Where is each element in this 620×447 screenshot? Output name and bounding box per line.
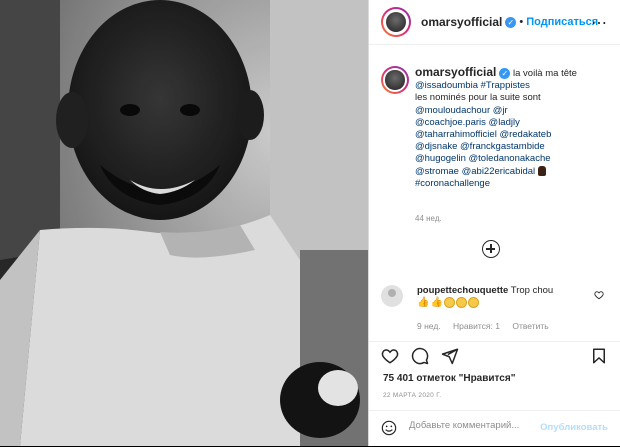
raised-fist-emoji-icon — [537, 166, 546, 177]
post-sidebar: omarsyofficial ✓ • Подписаться ⋯ omarsyo… — [368, 0, 620, 446]
post-date[interactable]: 22 МАРТА 2020 Г. — [383, 392, 441, 399]
hashtag-link[interactable]: #Trappistes — [481, 80, 530, 91]
load-more-comments-icon[interactable] — [482, 240, 500, 258]
smiley-icon — [443, 297, 455, 308]
smiley-icon — [455, 297, 467, 308]
mention-link[interactable]: @abi22ericabidal — [462, 166, 536, 177]
thumbs-up-icon: 👍 — [417, 297, 430, 309]
comment-item: poupettechouquette Trop chou 👍👍 9 нед. Н… — [381, 283, 612, 333]
mention-link[interactable]: @taharrahimofficiel — [415, 129, 497, 140]
add-comment-bar: Опубликовать — [369, 410, 620, 447]
mention-link[interactable]: @franckgastambide — [460, 141, 545, 152]
likes-count[interactable]: 75 401 отметок "Нравится" — [383, 373, 515, 384]
mention-link[interactable]: @ladjly — [489, 117, 520, 128]
verified-icon: ✓ — [499, 67, 511, 79]
mention-link[interactable]: @redakateb — [499, 129, 551, 140]
reply-button[interactable]: Ответить — [512, 321, 548, 331]
comment-text: poupettechouquette Trop chou 👍👍 — [417, 285, 597, 309]
commenter-avatar[interactable] — [381, 285, 403, 307]
mention-link[interactable]: @stromae — [415, 166, 459, 177]
mention-link[interactable]: @mouloudachour — [415, 105, 490, 116]
follow-button[interactable]: Подписаться — [526, 16, 598, 28]
mention-link[interactable]: @hugogelin — [415, 153, 466, 164]
header-username[interactable]: omarsyofficial — [421, 15, 502, 29]
caption-line1: la voilà ma tête — [513, 68, 577, 79]
action-bar — [369, 341, 620, 370]
caption-time[interactable]: 44 нед. — [415, 214, 442, 223]
caption-line3: les nominés pour la suite sont — [415, 92, 541, 104]
avatar[interactable] — [381, 7, 411, 37]
caption-text: omarsyofficial ✓ la voilà ma tête @issado… — [415, 66, 611, 190]
separator-dot: • — [519, 16, 524, 28]
save-bookmark-icon[interactable] — [590, 347, 608, 365]
hashtag-link[interactable]: #coronachallenge — [415, 178, 490, 189]
publish-button[interactable]: Опубликовать — [540, 422, 608, 433]
comment-meta: 9 нед. Нравится: 1 Ответить — [417, 321, 559, 331]
mention-link[interactable]: @toledanonakache — [469, 153, 551, 164]
comment-body: Trop chou — [510, 285, 554, 296]
post-photo-image — [0, 0, 368, 446]
comment-like-heart-icon[interactable] — [594, 290, 604, 300]
emoji-picker-icon[interactable] — [381, 420, 397, 436]
smiley-icon — [467, 297, 479, 308]
comment-emojis: 👍👍 — [417, 297, 480, 308]
mention-link[interactable]: @coachjoe.paris — [415, 117, 486, 128]
mention-link[interactable]: @jr — [493, 105, 508, 116]
comment-bubble-icon[interactable] — [411, 347, 429, 365]
thumbs-up-icon: 👍 — [430, 297, 443, 309]
comment-username[interactable]: poupettechouquette — [417, 285, 508, 296]
post-photo[interactable] — [0, 0, 368, 446]
caption-username[interactable]: omarsyofficial — [415, 65, 496, 79]
caption-avatar[interactable] — [381, 66, 409, 94]
comment-likes-count[interactable]: Нравится: 1 — [453, 321, 500, 331]
mention-link[interactable]: @djsnake — [415, 141, 457, 152]
mention-link[interactable]: @issadoumbia — [415, 80, 478, 91]
post-header: omarsyofficial ✓ • Подписаться ⋯ — [369, 0, 620, 45]
verified-icon: ✓ — [505, 16, 517, 28]
comment-time[interactable]: 9 нед. — [417, 321, 441, 331]
like-heart-icon[interactable] — [381, 347, 399, 365]
comment-input[interactable] — [407, 419, 561, 432]
more-options-icon[interactable]: ⋯ — [591, 13, 608, 33]
share-paper-plane-icon[interactable] — [441, 347, 459, 365]
